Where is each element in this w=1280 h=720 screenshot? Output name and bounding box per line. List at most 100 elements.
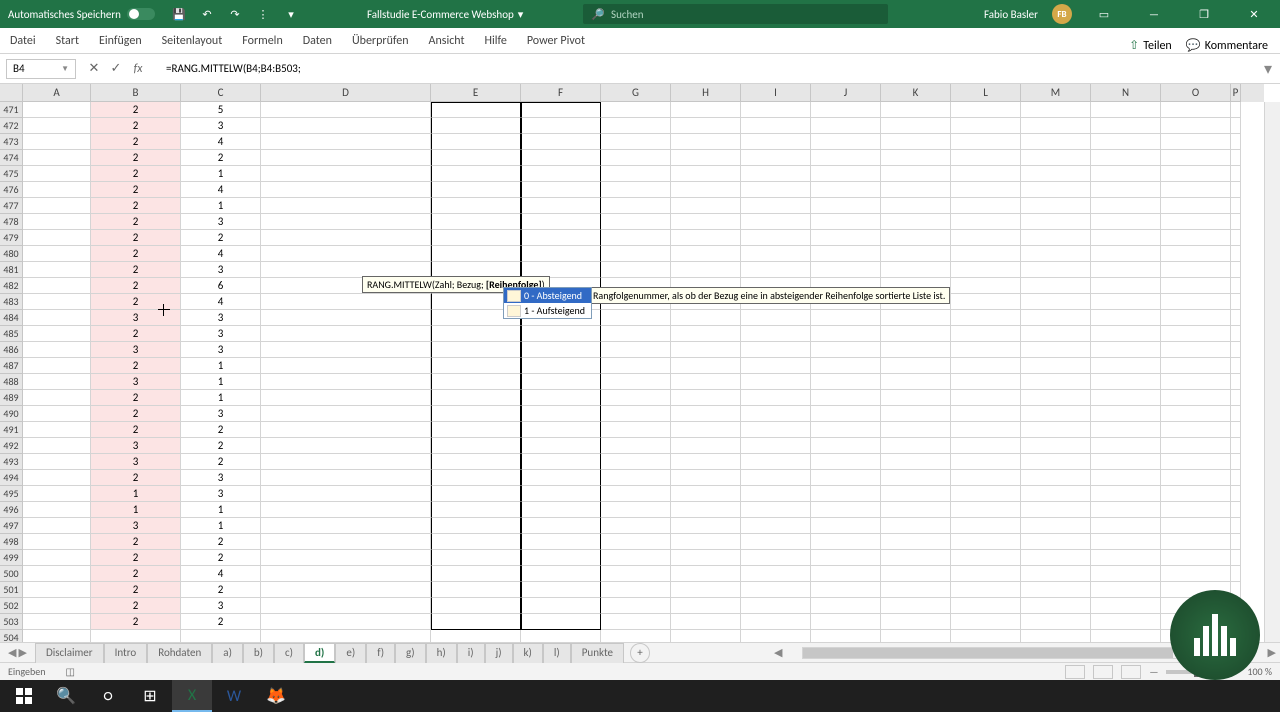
cell[interactable] (1231, 454, 1241, 470)
cell[interactable] (951, 518, 1021, 534)
cell[interactable] (431, 454, 521, 470)
cell[interactable] (1231, 310, 1241, 326)
cell[interactable] (1161, 214, 1231, 230)
cell[interactable] (181, 630, 261, 642)
cell[interactable] (1231, 150, 1241, 166)
cell[interactable] (811, 198, 881, 214)
row-header[interactable]: 503 (0, 614, 23, 630)
cell[interactable] (431, 502, 521, 518)
cell[interactable]: 2 (91, 534, 181, 550)
cell[interactable] (261, 502, 431, 518)
cell[interactable] (431, 230, 521, 246)
cell[interactable] (1021, 454, 1091, 470)
row-header[interactable]: 485 (0, 326, 23, 342)
cell[interactable] (23, 342, 91, 358)
cell[interactable] (1231, 374, 1241, 390)
cell[interactable] (601, 582, 671, 598)
cell[interactable] (601, 166, 671, 182)
cell[interactable] (1021, 262, 1091, 278)
cell[interactable] (1161, 310, 1231, 326)
cell[interactable] (671, 342, 741, 358)
col-header[interactable]: F (521, 84, 601, 102)
kommentare-button[interactable]: 💬Kommentare (1186, 38, 1268, 53)
cell[interactable] (261, 470, 431, 486)
cell[interactable] (1231, 102, 1241, 118)
cell[interactable] (1021, 614, 1091, 630)
cell[interactable] (1161, 438, 1231, 454)
cell[interactable] (1161, 374, 1231, 390)
cell[interactable] (881, 182, 951, 198)
cell[interactable] (1161, 502, 1231, 518)
cell[interactable] (671, 406, 741, 422)
cell[interactable] (951, 294, 1021, 310)
cell[interactable] (23, 582, 91, 598)
cell[interactable] (431, 214, 521, 230)
cell[interactable] (881, 518, 951, 534)
cell[interactable]: 2 (91, 422, 181, 438)
firefox-taskbar-icon[interactable]: 🦊 (256, 680, 296, 712)
cell[interactable] (431, 582, 521, 598)
cell[interactable] (811, 230, 881, 246)
cell[interactable] (1231, 182, 1241, 198)
cell[interactable] (1231, 438, 1241, 454)
cell[interactable] (261, 550, 431, 566)
cell[interactable] (521, 390, 601, 406)
cell[interactable] (1091, 262, 1161, 278)
cell[interactable] (1231, 486, 1241, 502)
cell[interactable] (1021, 230, 1091, 246)
cell[interactable] (601, 182, 671, 198)
cell[interactable] (1091, 614, 1161, 630)
cell[interactable] (951, 582, 1021, 598)
cell[interactable] (1021, 166, 1091, 182)
cell[interactable] (1161, 150, 1231, 166)
cell[interactable] (1161, 518, 1231, 534)
cell[interactable] (1231, 214, 1241, 230)
teilen-button[interactable]: ⇧Teilen (1129, 38, 1172, 53)
cell[interactable] (601, 534, 671, 550)
cell[interactable]: 2 (91, 390, 181, 406)
sheet-tab[interactable]: d) (304, 643, 335, 663)
cell[interactable]: 2 (91, 470, 181, 486)
cell[interactable] (881, 390, 951, 406)
cell[interactable] (671, 262, 741, 278)
cell[interactable] (601, 150, 671, 166)
sheet-tab[interactable]: Rohdaten (147, 643, 212, 663)
cell[interactable] (881, 342, 951, 358)
cell[interactable] (1021, 150, 1091, 166)
cell[interactable] (431, 598, 521, 614)
cell[interactable] (521, 358, 601, 374)
row-header[interactable]: 473 (0, 134, 23, 150)
cell[interactable] (521, 454, 601, 470)
row-header[interactable]: 496 (0, 502, 23, 518)
cell[interactable] (1231, 566, 1241, 582)
cell[interactable] (741, 198, 811, 214)
cell[interactable] (811, 246, 881, 262)
cell[interactable] (1021, 102, 1091, 118)
cell[interactable] (811, 358, 881, 374)
cell[interactable] (1091, 166, 1161, 182)
row-header[interactable]: 476 (0, 182, 23, 198)
cell[interactable] (431, 406, 521, 422)
cell[interactable] (1091, 134, 1161, 150)
cell[interactable]: 3 (181, 310, 261, 326)
cell[interactable] (811, 326, 881, 342)
accept-formula-button[interactable]: ✓ (106, 59, 126, 79)
cell[interactable] (951, 534, 1021, 550)
cell[interactable] (431, 358, 521, 374)
cell[interactable] (881, 598, 951, 614)
cell[interactable] (1021, 630, 1091, 642)
cell[interactable] (601, 374, 671, 390)
row-header[interactable]: 477 (0, 198, 23, 214)
cell[interactable]: 2 (91, 118, 181, 134)
cell[interactable]: 1 (181, 166, 261, 182)
cell[interactable] (671, 598, 741, 614)
cell[interactable] (1021, 406, 1091, 422)
cell[interactable] (1091, 246, 1161, 262)
cell[interactable] (881, 310, 951, 326)
cell[interactable] (521, 406, 601, 422)
cell[interactable] (261, 310, 431, 326)
cell[interactable] (741, 342, 811, 358)
row-header[interactable]: 495 (0, 486, 23, 502)
cell[interactable]: 2 (91, 182, 181, 198)
cell[interactable]: 2 (91, 326, 181, 342)
